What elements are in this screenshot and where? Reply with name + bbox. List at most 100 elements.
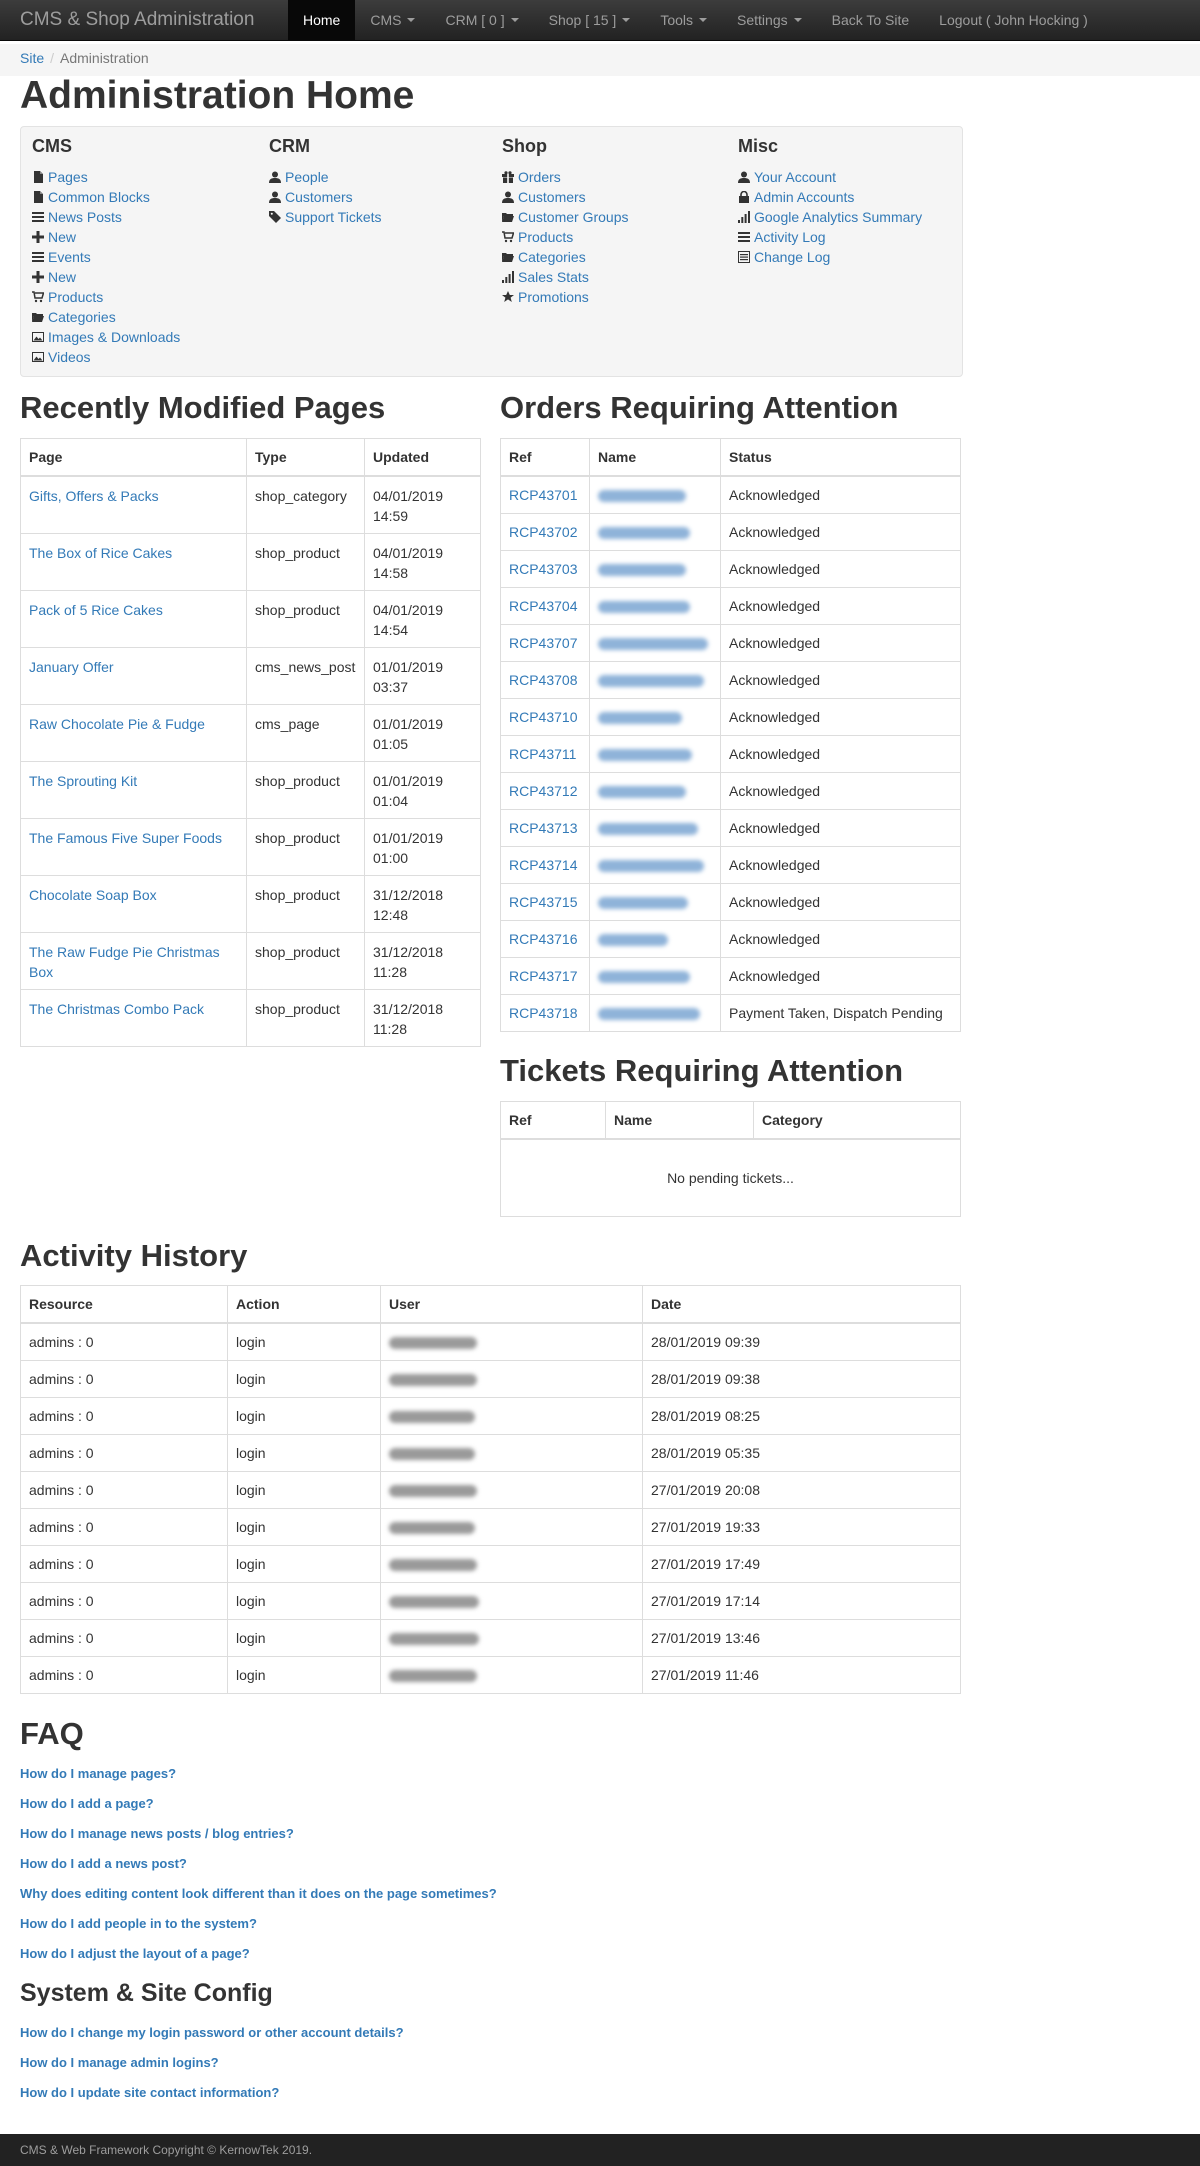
- crm-link-people[interactable]: People: [285, 167, 329, 187]
- shop-link-sales-stats[interactable]: Sales Stats: [518, 267, 589, 287]
- order-ref-link[interactable]: RCP43710: [509, 709, 578, 725]
- cms-link-new[interactable]: New: [48, 267, 76, 287]
- system-question-link[interactable]: How do I change my login password or oth…: [20, 2018, 404, 2048]
- page-cell: January Offer: [20, 646, 247, 705]
- faq-question-link[interactable]: How do I adjust the layout of a page?: [20, 1939, 497, 1969]
- breadcrumb-current: Administration: [60, 50, 149, 66]
- shop-link-customer-groups[interactable]: Customer Groups: [518, 207, 628, 227]
- nav-settings-dropdown[interactable]: Settings: [722, 0, 817, 40]
- nav-tools-dropdown[interactable]: Tools: [645, 0, 722, 40]
- page-link[interactable]: The Christmas Combo Pack: [29, 1001, 204, 1017]
- shop-link-products[interactable]: Products: [518, 227, 573, 247]
- misc-link-item: Admin Accounts: [738, 187, 922, 207]
- caret-down-icon: [407, 18, 416, 22]
- nav-home[interactable]: Home: [288, 0, 356, 40]
- updated-time: 14:58: [373, 564, 409, 581]
- misc-link-google-analytics-summary[interactable]: Google Analytics Summary: [754, 207, 922, 227]
- cms-link-images-downloads[interactable]: Images & Downloads: [48, 327, 180, 347]
- shop-link-promotions[interactable]: Promotions: [518, 287, 589, 307]
- page-link[interactable]: The Sprouting Kit: [29, 773, 137, 789]
- cms-link-categories[interactable]: Categories: [48, 307, 116, 327]
- breadcrumb-site-link[interactable]: Site: [20, 50, 44, 66]
- crm-links-column: CRM People Customers Support Tickets: [269, 135, 382, 227]
- page-link[interactable]: January Offer: [29, 659, 114, 675]
- faq-question-link[interactable]: How do I manage news posts / blog entrie…: [20, 1819, 497, 1849]
- type-cell: shop_category: [246, 475, 365, 534]
- misc-link-change-log[interactable]: Change Log: [754, 247, 830, 267]
- nav-shop-dropdown[interactable]: Shop [ 15 ]: [534, 0, 646, 40]
- crm-link-customers[interactable]: Customers: [285, 187, 353, 207]
- page-link[interactable]: Chocolate Soap Box: [29, 887, 157, 903]
- column-header-ref: Ref: [500, 438, 590, 477]
- misc-link-activity-log[interactable]: Activity Log: [754, 227, 826, 247]
- order-ref-link[interactable]: RCP43708: [509, 672, 578, 688]
- cms-link-events[interactable]: Events: [48, 247, 91, 267]
- nav-cms-label: CMS: [370, 12, 402, 28]
- caret-down-icon: [510, 18, 519, 22]
- name-cell: [589, 513, 721, 551]
- order-ref-link[interactable]: RCP43702: [509, 524, 578, 540]
- shop-link-orders[interactable]: Orders: [518, 167, 561, 187]
- no-tickets-message: No pending tickets...: [500, 1138, 961, 1217]
- page-link[interactable]: Raw Chocolate Pie & Fudge: [29, 716, 205, 732]
- misc-link-admin-accounts[interactable]: Admin Accounts: [754, 187, 854, 207]
- order-ref-link[interactable]: RCP43707: [509, 635, 578, 651]
- redacted-user: [389, 1559, 477, 1572]
- cms-link-pages[interactable]: Pages: [48, 167, 88, 187]
- user-icon: [269, 191, 281, 203]
- table-row: RCP43701 Acknowledged: [500, 475, 961, 514]
- column-header-date: Date: [642, 1285, 961, 1324]
- order-ref-link[interactable]: RCP43716: [509, 931, 578, 947]
- redacted-name: [598, 564, 686, 577]
- page-link[interactable]: The Box of Rice Cakes: [29, 545, 172, 561]
- shop-link-item: Sales Stats: [502, 267, 628, 287]
- gift-icon: [502, 171, 514, 183]
- updated-date: 01/01/2019: [373, 829, 444, 846]
- order-ref-link[interactable]: RCP43703: [509, 561, 578, 577]
- page-link[interactable]: Pack of 5 Rice Cakes: [29, 602, 163, 618]
- nav-crm-dropdown[interactable]: CRM [ 0 ]: [430, 0, 533, 40]
- cms-link-products[interactable]: Products: [48, 287, 103, 307]
- faq-question-link[interactable]: How do I add people in to the system?: [20, 1909, 497, 1939]
- order-ref-link[interactable]: RCP43711: [509, 746, 576, 762]
- cms-link-videos[interactable]: Videos: [48, 347, 91, 367]
- cms-link-news-posts[interactable]: News Posts: [48, 207, 122, 227]
- cms-link-new[interactable]: New: [48, 227, 76, 247]
- shop-link-categories[interactable]: Categories: [518, 247, 586, 267]
- faq-question-link[interactable]: How do I add a page?: [20, 1789, 497, 1819]
- table-row: The Famous Five Super Foods shop_product 0…: [20, 817, 481, 876]
- faq-question-link[interactable]: Why does editing content look different …: [20, 1879, 497, 1909]
- faq-question-link[interactable]: How do I add a news post?: [20, 1849, 497, 1879]
- shop-link-customers[interactable]: Customers: [518, 187, 586, 207]
- nav-back-to-site[interactable]: Back To Site: [817, 0, 925, 40]
- status-cell: Acknowledged: [720, 809, 961, 847]
- page-cell: The Sprouting Kit: [20, 760, 247, 819]
- page-link[interactable]: Gifts, Offers & Packs: [29, 488, 159, 504]
- page-link[interactable]: The Raw Fudge Pie Christmas Box: [29, 944, 220, 980]
- order-ref-link[interactable]: RCP43714: [509, 857, 578, 873]
- page-cell: Gifts, Offers & Packs: [20, 475, 247, 534]
- system-question-link[interactable]: How do I manage admin logins?: [20, 2048, 404, 2078]
- page-link[interactable]: The Famous Five Super Foods: [29, 830, 222, 846]
- faq-question-link[interactable]: How do I manage pages?: [20, 1759, 497, 1789]
- brand-link[interactable]: CMS & Shop Administration: [20, 0, 254, 40]
- crm-link-support-tickets[interactable]: Support Tickets: [285, 207, 382, 227]
- nav-logout[interactable]: Logout ( John Hocking ): [924, 0, 1103, 40]
- order-ref-link[interactable]: RCP43704: [509, 598, 578, 614]
- misc-link-your-account[interactable]: Your Account: [754, 167, 836, 187]
- order-ref-link[interactable]: RCP43701: [509, 487, 578, 503]
- user-cell: [380, 1471, 643, 1509]
- resource-cell: admins : 0: [20, 1508, 228, 1546]
- resource-cell: admins : 0: [20, 1397, 228, 1435]
- order-ref-link[interactable]: RCP43718: [509, 1005, 578, 1021]
- system-question-link[interactable]: How do I update site contact information…: [20, 2078, 404, 2108]
- cms-link-common-blocks[interactable]: Common Blocks: [48, 187, 150, 207]
- order-ref-link[interactable]: RCP43717: [509, 968, 578, 984]
- order-ref-link[interactable]: RCP43715: [509, 894, 578, 910]
- order-ref-link[interactable]: RCP43712: [509, 783, 578, 799]
- type-cell: shop_product: [246, 817, 365, 876]
- order-ref-link[interactable]: RCP43713: [509, 820, 578, 836]
- table-row: RCP43718 Payment Taken, Dispatch Pending: [500, 994, 961, 1032]
- action-cell: login: [227, 1508, 381, 1546]
- nav-cms-dropdown[interactable]: CMS: [355, 0, 430, 40]
